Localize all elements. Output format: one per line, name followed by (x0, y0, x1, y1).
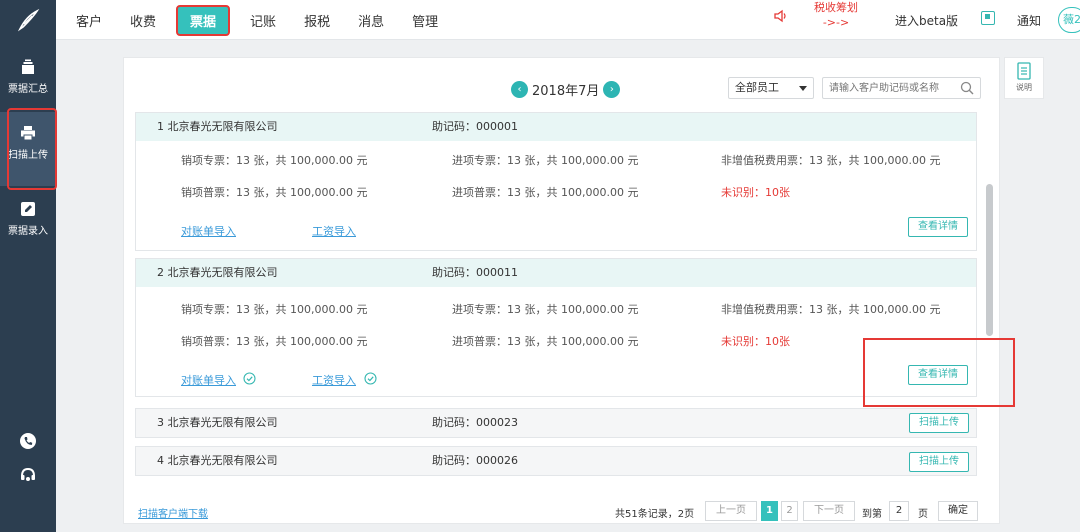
feather-logo-icon (17, 8, 40, 32)
sales-special-invoice-stat: 销项专票：13 张，共 100,000.00 元 (181, 154, 368, 167)
nav-messages[interactable]: 消息 (358, 7, 384, 34)
nav-receipts[interactable]: 票据 (176, 4, 231, 36)
search-input[interactable] (823, 78, 955, 98)
salary-import-link[interactable]: 工资导入 (312, 223, 356, 239)
statement-import-link[interactable]: 对账单导入 (181, 372, 236, 388)
check-circle-icon (243, 372, 256, 385)
page-1-button[interactable]: 1 (761, 501, 778, 521)
scrollbar[interactable] (986, 184, 993, 336)
purchase-normal-invoice-stat: 进项普票：13 张，共 100,000.00 元 (452, 335, 639, 348)
prev-page-button[interactable]: 上一页 (705, 501, 757, 521)
staff-select-value: 全部员工 (735, 81, 779, 94)
sidebar-item-label: 票据汇总 (8, 84, 48, 95)
goto-page-input[interactable]: 2 (889, 501, 909, 521)
confirm-button[interactable]: 确定 (938, 501, 978, 521)
highlight-box (7, 108, 57, 190)
phone-icon[interactable] (19, 432, 37, 450)
company-name: 1 北京春光无限有限公司 (157, 120, 278, 133)
goto-label: 到第 (862, 509, 882, 520)
statement-import-link[interactable]: 对账单导入 (181, 223, 236, 239)
company-code: 助记码：000001 (432, 120, 518, 133)
page-unit-label: 页 (918, 509, 928, 520)
prev-month-button[interactable]: ‹ (511, 81, 528, 98)
sales-special-invoice-stat: 销项专票：13 张，共 100,000.00 元 (181, 303, 368, 316)
beta-link[interactable]: 进入beta版 (895, 12, 958, 29)
company-card-header: 2 北京春光无限有限公司 助记码：000011 (136, 259, 976, 287)
purchase-normal-invoice-stat: 进项普票：13 张，共 100,000.00 元 (452, 186, 639, 199)
non-vat-expense-stat: 非增值税费用票：13 张，共 100,000.00 元 (721, 303, 941, 316)
nav-customers[interactable]: 客户 (76, 7, 102, 34)
speaker-icon (774, 9, 786, 23)
page-2-button[interactable]: 2 (781, 501, 798, 521)
sales-normal-invoice-stat: 销项普票：13 张，共 100,000.00 元 (181, 335, 368, 348)
company-card-header: 1 北京春光无限有限公司 助记码：000001 (136, 113, 976, 141)
headset-icon[interactable] (19, 466, 37, 484)
sidebar-item-receipt-entry[interactable]: 票据录入 (0, 200, 56, 237)
purchase-special-invoice-stat: 进项专票：13 张，共 100,000.00 元 (452, 154, 639, 167)
company-card-4: 4 北京春光无限有限公司 助记码：000026 扫描上传 (135, 446, 977, 476)
document-icon (1017, 62, 1031, 80)
client-download-link[interactable]: 扫描客户端下载 (138, 505, 208, 520)
sales-normal-invoice-stat: 销项普票：13 张，共 100,000.00 元 (181, 186, 368, 199)
notice-title: 税收筹划 (814, 1, 858, 14)
scan-upload-button[interactable]: 扫描上传 (909, 452, 969, 472)
nav-management[interactable]: 管理 (412, 7, 438, 34)
highlight-box (863, 338, 1015, 407)
check-circle-icon (364, 372, 377, 385)
tax-planning-notice[interactable]: 税收筹划 ->-> (808, 0, 864, 30)
main-nav: 客户 收费 票据 记账 报税 消息 管理 (62, 0, 452, 40)
chevron-down-icon (799, 86, 807, 91)
nav-bookkeeping[interactable]: 记账 (250, 7, 276, 34)
sidebar: 票据汇总 扫描上传 票据录入 (0, 40, 57, 532)
purchase-special-invoice-stat: 进项专票：13 张，共 100,000.00 元 (452, 303, 639, 316)
company-card-3: 3 北京春光无限有限公司 助记码：000023 扫描上传 (135, 408, 977, 438)
salary-import-link[interactable]: 工资导入 (312, 372, 356, 388)
company-card-header: 3 北京春光无限有限公司 助记码：000023 扫描上传 (136, 409, 976, 437)
notify-link[interactable]: 通知 (1017, 12, 1041, 29)
stack-icon (22, 59, 34, 74)
sidebar-item-label: 票据录入 (8, 226, 48, 237)
nav-billing[interactable]: 收费 (130, 7, 156, 34)
total-records: 共51条记录，2页 (615, 509, 695, 520)
help-card[interactable]: 说明 (1004, 57, 1044, 99)
search-icon[interactable] (960, 81, 974, 95)
company-code: 助记码：000011 (432, 266, 518, 279)
company-card-header: 4 北京春光无限有限公司 助记码：000026 扫描上传 (136, 447, 976, 475)
pencil-icon (21, 202, 35, 216)
view-details-button[interactable]: 查看详情 (908, 217, 968, 237)
help-label: 说明 (1016, 83, 1032, 92)
company-code: 助记码：000023 (432, 416, 518, 429)
company-name: 2 北京春光无限有限公司 (157, 266, 278, 279)
company-card-1: 1 北京春光无限有限公司 助记码：000001 销项专票：13 张，共 100,… (135, 112, 977, 251)
top-bar: 客户 收费 票据 记账 报税 消息 管理 税收筹划 ->-> 进入beta版 通… (0, 0, 1080, 40)
non-vat-expense-stat: 非增值税费用票：13 张，共 100,000.00 元 (721, 154, 941, 167)
next-month-button[interactable]: › (603, 81, 621, 98)
company-card-2: 2 北京春光无限有限公司 助记码：000011 销项专票：13 张，共 100,… (135, 258, 977, 397)
sidebar-item-receipt-summary[interactable]: 票据汇总 (0, 58, 56, 95)
bookmark-icon[interactable] (981, 11, 995, 25)
staff-select[interactable]: 全部员工 (728, 77, 814, 99)
avatar[interactable]: 薇2 (1058, 7, 1080, 33)
unrecognized-stat: 未识别：10张 (721, 186, 790, 199)
sidebar-item-scan-upload[interactable]: 扫描上传 (0, 108, 57, 190)
current-month: 2018年7月 (532, 84, 600, 99)
unrecognized-stat: 未识别：10张 (721, 335, 790, 348)
app-logo[interactable] (0, 0, 56, 40)
company-code: 助记码：000026 (432, 454, 518, 467)
month-navigator: ‹ 2018年7月 › (507, 80, 624, 99)
company-name: 4 北京春光无限有限公司 (157, 454, 278, 467)
notice-arrows: ->-> (822, 16, 850, 29)
search-box (822, 77, 981, 99)
nav-tax-filing[interactable]: 报税 (304, 7, 330, 34)
scan-upload-button[interactable]: 扫描上传 (909, 413, 969, 433)
company-name: 3 北京春光无限有限公司 (157, 416, 278, 429)
next-page-button[interactable]: 下一页 (803, 501, 855, 521)
